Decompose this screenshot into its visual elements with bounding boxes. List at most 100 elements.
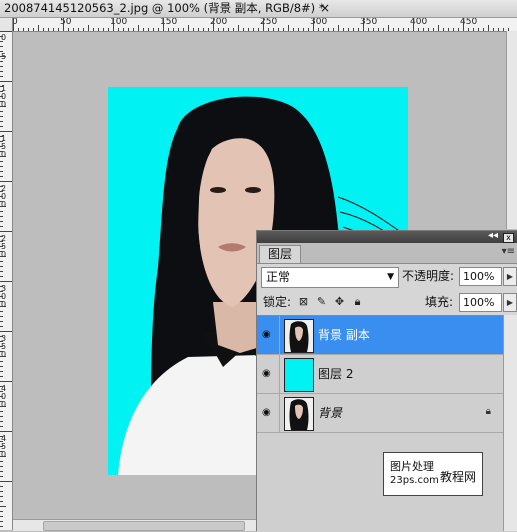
ruler-tick [0,371,3,372]
layer-name[interactable]: 图层 2 [318,355,353,393]
visibility-toggle[interactable]: ◉ [257,316,280,354]
ruler-tick [403,28,404,31]
ruler-tick [0,401,3,402]
ruler-tick [173,28,174,31]
ruler-tick [0,236,3,237]
layer-row-background-copy[interactable]: ◉ 背景 副本 [257,316,503,355]
ruler-tick [133,28,134,31]
ruler-tick [0,251,3,252]
ruler-tick [0,376,3,377]
lock-label: 锁定: [263,295,292,309]
ruler-tick [0,441,3,442]
layer-name[interactable]: 背景 [318,394,342,432]
ruler-tick [468,28,469,31]
ruler-tick [123,28,124,31]
fill-slider-button[interactable]: ▶ [503,293,517,312]
ruler-tick [248,28,249,31]
close-panel-icon[interactable]: x [503,233,514,243]
panel-header[interactable]: ◂◂ x [257,230,517,243]
ruler-tick [0,56,6,57]
ruler-tick [0,446,3,447]
horizontal-scrollbar[interactable] [13,519,257,531]
collapse-panel-icon[interactable]: ◂◂ [488,230,498,242]
ruler-tick [418,28,419,31]
close-document-icon[interactable]: × [320,0,330,17]
ruler-tick [0,476,3,477]
ruler-tick [0,291,3,292]
fill-input[interactable]: 100% [459,293,502,312]
ruler-tick [163,18,164,31]
eye-icon: ◉ [262,407,271,418]
eye-icon: ◉ [262,329,271,340]
opacity-input[interactable]: 100% [459,267,502,286]
ruler-tick [498,28,499,31]
watermark-line-3: 教程网 [440,470,477,484]
ruler-tick [0,216,3,217]
ruler-tick [0,421,3,422]
layer-row-layer-2[interactable]: ◉ 图层 2 [257,355,503,394]
ruler-tick [478,28,479,31]
lock-image-pixels-icon[interactable]: ✎ [315,295,328,308]
opacity-slider-button[interactable]: ▶ [503,267,517,286]
ruler-tick [0,466,3,467]
ruler-tick [223,28,224,31]
ruler-tick [128,28,129,31]
ruler-tick [0,121,3,122]
ruler-tick [353,28,354,31]
ruler-tick [0,461,3,462]
ruler-tick [0,326,3,327]
ruler-tick [0,336,3,337]
ruler-tick [0,86,3,87]
ruler-tick [38,25,39,31]
ruler-tick [308,28,309,31]
ruler-tick [118,28,119,31]
ruler-tick [0,356,6,357]
ruler-tick [0,286,3,287]
ruler-tick [0,221,3,222]
visibility-toggle[interactable]: ◉ [257,394,280,432]
blend-mode-select[interactable]: 正常 ▼ [261,267,399,288]
tab-layers[interactable]: 图层 [259,245,301,263]
ruler-tick [0,106,6,107]
layers-scrollbar[interactable] [503,315,517,531]
ruler-tick [0,46,3,47]
ruler-tick [0,66,3,67]
panel-menu-icon[interactable]: ▾≡ [502,246,515,257]
ruler-tick [483,28,484,31]
lock-transparent-pixels-icon[interactable]: ⊠ [297,295,310,308]
ruler-tick [368,28,369,31]
ruler-tick [253,28,254,31]
fill-label: 填充: [425,295,454,309]
ruler-origin[interactable] [0,18,13,32]
ruler-tick [268,28,269,31]
document-tab[interactable]: 200874145120563_2.jpg @ 100% (背景 副本, RGB… [0,0,517,18]
ruler-tick [0,506,6,507]
ruler-tick [58,28,59,31]
ruler-tick [0,36,3,37]
ruler-tick [323,28,324,31]
lock-position-icon[interactable]: ✥ [333,295,346,308]
ruler-tick [358,28,359,31]
ruler-tick [393,28,394,31]
vertical-scrollbar[interactable] [506,31,517,229]
ruler-tick [18,28,19,31]
layer-name[interactable]: 背景 副本 [318,316,370,354]
document-title: 200874145120563_2.jpg @ 100% (背景 副本, RGB… [4,1,325,15]
ruler-top-label: 50 [60,18,72,27]
ruler-tick [0,231,12,232]
ruler-tick [0,416,3,417]
ruler-tick [293,28,294,31]
vertical-ruler[interactable]: 0 5 1 0 0 1 5 0 2 0 0 2 5 0 3 0 0 3 5 0 … [0,31,13,530]
ruler-tick [48,28,49,31]
ruler-tick [493,28,494,31]
layer-row-background[interactable]: ◉ 背景 🔒︎ [257,394,503,433]
lock-all-icon[interactable]: 🔒︎ [351,295,364,308]
ruler-tick [0,91,3,92]
ruler-tick [303,28,304,31]
ruler-tick [0,71,3,72]
ruler-tick [0,366,3,367]
ruler-tick [0,126,3,127]
horizontal-ruler[interactable]: 0 50 100 150 200 250 300 350 400 450 [13,18,517,32]
ruler-tick [73,28,74,31]
visibility-toggle[interactable]: ◉ [257,355,280,393]
